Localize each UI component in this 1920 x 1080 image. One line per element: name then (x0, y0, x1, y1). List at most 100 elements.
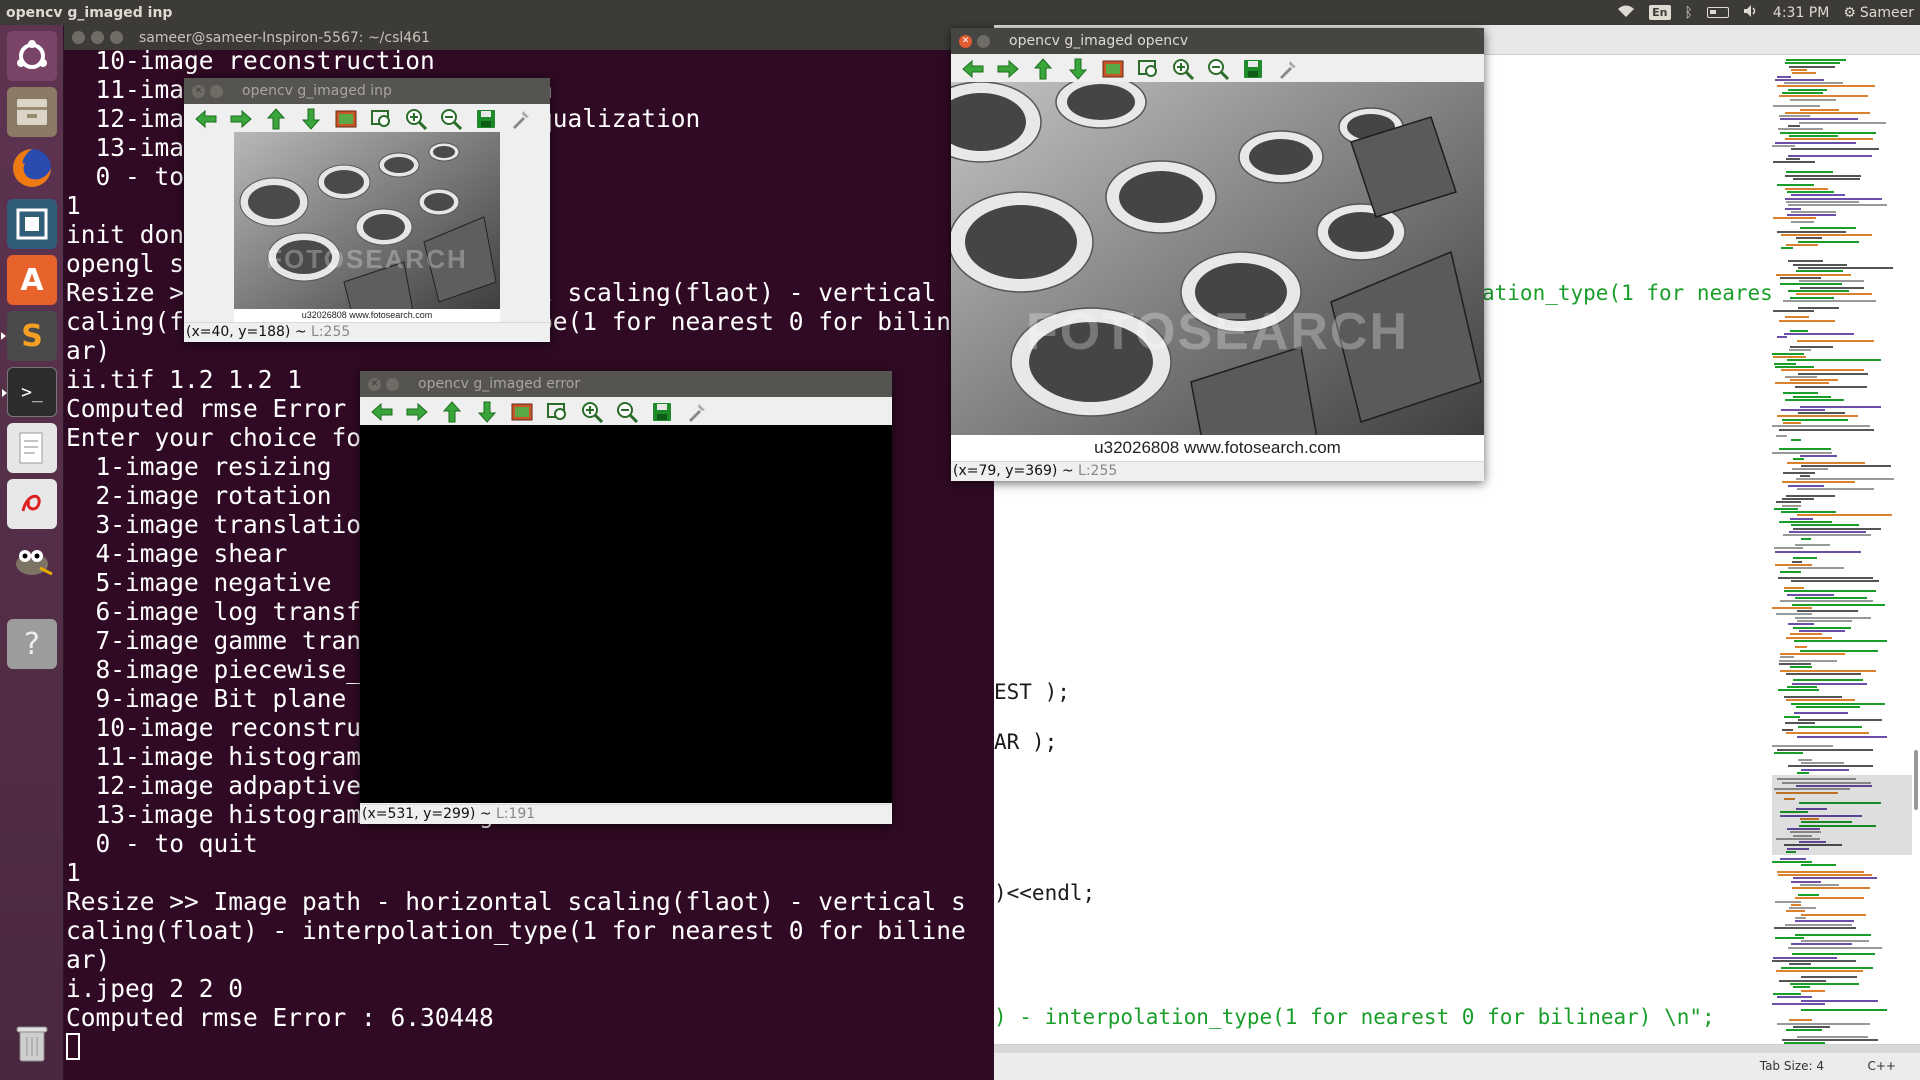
minimap-line (1782, 497, 1814, 500)
sublime-text-icon[interactable]: S (1, 311, 57, 361)
pan-down-button[interactable] (475, 401, 499, 426)
cursor-coordinates: (x=79, y=369) ~ (953, 463, 1074, 479)
zoom-fit-button[interactable] (369, 109, 393, 133)
minimap-line (1785, 316, 1809, 319)
properties-button[interactable] (1276, 59, 1300, 83)
watermark: FOTOSEARCH (1025, 303, 1410, 361)
session-menu[interactable]: ⚙ Sameer (1843, 5, 1914, 21)
minimap-line (1780, 131, 1876, 134)
pan-down-icon (1068, 58, 1088, 84)
terminal-line: 10-image reconstruction (66, 46, 435, 75)
pan-left-button[interactable] (961, 59, 985, 83)
opencv-window-inp[interactable]: ✕ opencv g_imaged inp FOTOSEARCH u320268… (184, 78, 550, 342)
close-icon[interactable] (72, 31, 85, 44)
window-titlebar[interactable]: ✕ opencv g_imaged error (360, 371, 892, 397)
close-icon[interactable]: ✕ (192, 84, 205, 98)
minimap-line (1790, 329, 1808, 332)
properties-button[interactable] (509, 109, 533, 133)
maximize-icon[interactable] (110, 31, 123, 44)
pan-right-button[interactable] (405, 402, 429, 426)
minimize-icon[interactable] (210, 84, 223, 98)
minimap-line (1801, 913, 1866, 916)
workspace-switcher-icon[interactable] (7, 199, 57, 249)
pan-up-button[interactable] (440, 401, 464, 426)
minimap-line (1790, 633, 1822, 636)
save-button[interactable] (474, 109, 498, 133)
firefox-icon[interactable] (7, 143, 57, 193)
text-editor-icon[interactable] (7, 423, 57, 473)
properties-button[interactable] (685, 402, 709, 426)
zoom-fit-button[interactable] (1136, 59, 1160, 83)
minimap-line (1796, 293, 1872, 296)
zoom-fit-icon (1137, 58, 1159, 84)
image-display: FOTOSEARCH u32026808 www.fotosearch.com (234, 132, 500, 322)
files-icon[interactable] (7, 87, 57, 137)
zoom-out-button[interactable] (615, 402, 639, 426)
save-button[interactable] (1241, 59, 1265, 83)
minimap-line (1780, 656, 1794, 659)
software-center-icon[interactable]: A (7, 255, 57, 305)
window-titlebar[interactable]: ✕ opencv g_imaged inp (184, 78, 550, 104)
opencv-window-opencv[interactable]: ✕ opencv g_imaged opencv FOTOSEARCH u320… (951, 28, 1484, 481)
zoom-original-button[interactable] (334, 109, 358, 133)
horizontal-scrollbar[interactable] (994, 1045, 1920, 1053)
syntax-selector[interactable]: C++ (1868, 1059, 1897, 1073)
image-canvas[interactable]: FOTOSEARCH u32026808 www.fotosearch.com (951, 82, 1484, 461)
zoom-in-button[interactable] (580, 402, 604, 426)
close-icon[interactable]: ✕ (959, 34, 972, 48)
pan-right-button[interactable] (996, 59, 1020, 83)
battery-icon[interactable] (1706, 7, 1729, 18)
editor-minimap[interactable] (1772, 59, 1912, 1059)
editor-scrollbar[interactable] (1914, 750, 1918, 810)
zoom-fit-button[interactable] (545, 402, 569, 426)
minimap-line (1792, 603, 1885, 606)
minimize-icon[interactable] (386, 377, 399, 391)
terminal-icon[interactable]: >_ (2, 367, 57, 417)
close-icon[interactable]: ✕ (368, 377, 381, 391)
minimap-line (1775, 78, 1824, 81)
pan-down-button[interactable] (1066, 58, 1090, 84)
bluetooth-icon[interactable]: ᛒ (1685, 5, 1693, 21)
pan-down-button[interactable] (299, 108, 323, 133)
minimap-line (1785, 111, 1870, 114)
minimize-icon[interactable] (977, 34, 990, 48)
zoom-original-button[interactable] (510, 402, 534, 426)
image-canvas[interactable]: FOTOSEARCH u32026808 www.fotosearch.com (234, 132, 500, 322)
trash-icon[interactable] (7, 1018, 57, 1068)
tab-size-selector[interactable]: Tab Size: 4 (1760, 1059, 1824, 1073)
pixel-info-bar: (x=531, y=299) ~ L:191 (360, 804, 892, 824)
opencv-window-error[interactable]: ✕ opencv g_imaged error (x=531, y=299) ~… (360, 371, 892, 824)
terminal-line: caling(float) - interpolation_type(1 for… (66, 916, 966, 945)
gimp-icon[interactable] (7, 535, 57, 585)
document-viewer-icon[interactable] (7, 479, 57, 529)
volume-icon[interactable] (1743, 4, 1759, 22)
ubuntu-dash-icon[interactable] (7, 31, 57, 81)
minimap-line (1800, 286, 1864, 289)
pan-up-button[interactable] (1031, 58, 1055, 83)
minimap-line (1791, 438, 1801, 441)
pan-left-button[interactable] (370, 402, 394, 426)
zoom-in-button[interactable] (1171, 59, 1195, 83)
minimap-line (1777, 85, 1875, 88)
pan-up-button[interactable] (264, 108, 288, 133)
zoom-original-button[interactable] (1101, 59, 1125, 83)
zoom-in-button[interactable] (404, 109, 428, 133)
help-icon[interactable]: ? (7, 619, 57, 669)
clock[interactable]: 4:31 PM (1773, 5, 1829, 21)
pan-right-button[interactable] (229, 109, 253, 133)
minimize-icon[interactable] (91, 31, 104, 44)
zoom-out-button[interactable] (1206, 59, 1230, 83)
wifi-icon[interactable] (1617, 4, 1635, 22)
minimap-line (1791, 903, 1801, 906)
minimap-line (1801, 761, 1844, 764)
minimap-line (1800, 405, 1881, 408)
save-button[interactable] (650, 402, 674, 426)
window-titlebar[interactable]: ✕ opencv g_imaged opencv (951, 28, 1484, 54)
image-canvas[interactable] (360, 425, 892, 803)
minimap-line (1800, 649, 1878, 652)
pan-left-button[interactable] (194, 109, 218, 133)
minimap-line (1772, 352, 1804, 355)
minimap-viewport[interactable] (1772, 775, 1912, 855)
zoom-out-button[interactable] (439, 109, 463, 133)
keyboard-layout-indicator[interactable]: En (1649, 5, 1671, 20)
